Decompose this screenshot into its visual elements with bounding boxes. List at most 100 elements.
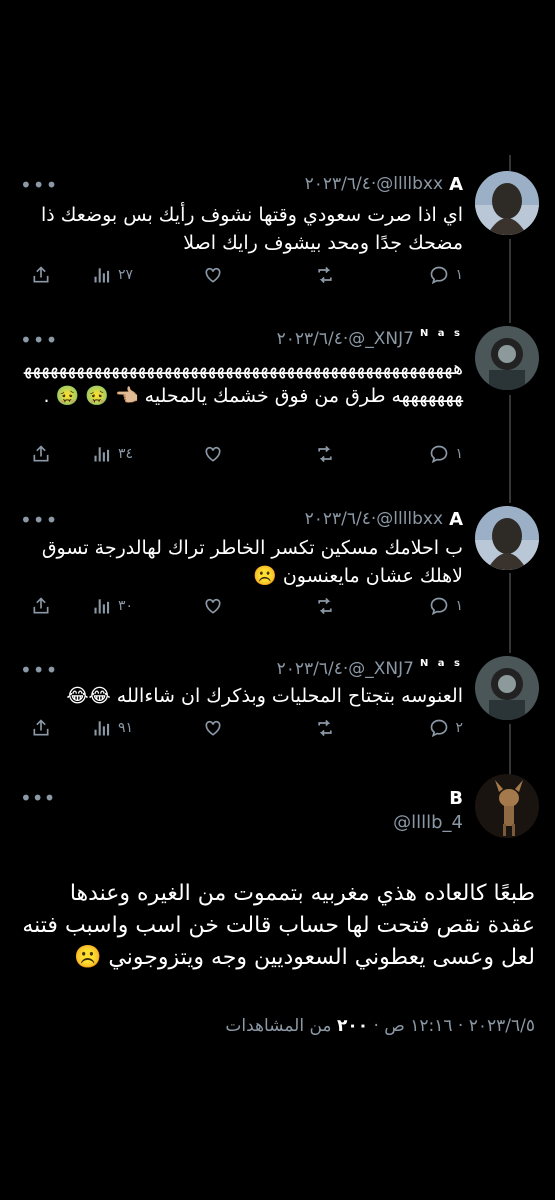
tweet-date: ٢٠٢٣/٦/٥ bbox=[468, 1016, 535, 1036]
reply-icon bbox=[431, 266, 448, 285]
share-icon bbox=[33, 597, 49, 614]
tweet-date: ٢٠٢٣/٦/٤ bbox=[304, 509, 371, 529]
main-tweet-text: طبعًا كالعاده هذي مغربيه بتمموت من الغير… bbox=[22, 881, 535, 970]
tweet-text: العنوسه بتجتاح المحليات وبذكرك ان شاءالل… bbox=[66, 685, 463, 707]
handle[interactable]: @_XNJ7 bbox=[348, 659, 414, 679]
tweet-actions: ١ ٢٧ bbox=[20, 265, 463, 291]
retweet-icon bbox=[318, 266, 332, 284]
avatar[interactable] bbox=[475, 774, 539, 838]
separator: · bbox=[342, 659, 349, 679]
display-name[interactable]: A bbox=[449, 174, 463, 195]
handle[interactable]: @llllb_4 bbox=[393, 812, 463, 833]
reply-icon bbox=[431, 597, 448, 616]
reply-icon bbox=[431, 719, 448, 738]
share-button[interactable] bbox=[31, 718, 51, 738]
views-button[interactable]: ٢٧ bbox=[92, 265, 133, 285]
like-button[interactable] bbox=[203, 718, 223, 738]
views-icon bbox=[94, 447, 110, 462]
heart-icon bbox=[205, 598, 221, 614]
display-name[interactable]: B bbox=[449, 788, 463, 809]
tweet-actions: ١ ٣٠ bbox=[20, 596, 463, 622]
reply-button[interactable]: ٢ bbox=[429, 718, 463, 738]
tweet-actions: ١ ٣٤ bbox=[20, 444, 463, 470]
separator: · bbox=[342, 329, 349, 349]
share-button[interactable] bbox=[31, 596, 51, 616]
like-button[interactable] bbox=[203, 265, 223, 285]
tweet-header: N a s @_XNJ7 · ٢٠٢٣/٦/٤ bbox=[18, 326, 463, 352]
views-icon bbox=[94, 268, 110, 283]
reply-icon bbox=[431, 445, 448, 464]
retweet-button[interactable] bbox=[315, 265, 335, 285]
display-name[interactable]: N a s bbox=[420, 658, 463, 669]
like-button[interactable] bbox=[203, 596, 223, 616]
views-button[interactable]: ٩١ bbox=[92, 718, 133, 738]
share-icon bbox=[33, 445, 49, 462]
like-button[interactable] bbox=[203, 444, 223, 464]
avatar[interactable] bbox=[475, 171, 539, 235]
tweet-date: ٢٠٢٣/٦/٤ bbox=[276, 659, 343, 679]
more-options-icon[interactable]: ••• bbox=[20, 658, 58, 682]
tweet-date: ٢٠٢٣/٦/٤ bbox=[304, 174, 371, 194]
reply-count: ٢ bbox=[455, 720, 463, 736]
share-button[interactable] bbox=[31, 444, 51, 464]
tweet-header: A @llllbxx · ٢٠٢٣/٦/٤ bbox=[18, 506, 463, 532]
avatar[interactable] bbox=[475, 506, 539, 570]
tweet-text: ب احلامك مسكين تكسر الخاطر تراك لهالدرجة… bbox=[41, 537, 463, 587]
reply-button[interactable]: ١ bbox=[429, 444, 463, 464]
views-count: ٢٠٠ bbox=[336, 1016, 369, 1036]
more-options-icon[interactable]: ••• bbox=[20, 328, 58, 352]
more-options-icon[interactable]: ••• bbox=[20, 508, 58, 532]
views-count: ٣٤ bbox=[117, 446, 133, 462]
views-icon bbox=[94, 599, 110, 614]
tweet-text: اي اذا صرت سعودي وقتها نشوف رأيك بس بوضع… bbox=[41, 204, 463, 254]
reply-button[interactable]: ١ bbox=[429, 596, 463, 616]
handle[interactable]: @_XNJ7 bbox=[348, 329, 414, 349]
retweet-button[interactable] bbox=[315, 444, 335, 464]
share-button[interactable] bbox=[31, 265, 51, 285]
tweet-header: N a s @_XNJ7 · ٢٠٢٣/٦/٤ bbox=[18, 656, 463, 682]
views-label: من المشاهدات bbox=[225, 1016, 332, 1036]
views-button[interactable]: ٣٠ bbox=[92, 596, 133, 616]
display-name[interactable]: A bbox=[449, 509, 463, 530]
separator: · bbox=[370, 509, 377, 529]
separator: · bbox=[368, 1016, 379, 1036]
reply-count: ١ bbox=[455, 446, 463, 462]
retweet-icon bbox=[318, 719, 332, 737]
avatar[interactable] bbox=[475, 326, 539, 390]
reply-tweet[interactable]: N a s @_XNJ7 · ٢٠٢٣/٦/٤ ••• العنوسه بتجت… bbox=[0, 656, 555, 756]
heart-icon bbox=[205, 720, 221, 736]
separator: · bbox=[370, 174, 377, 194]
tweet-time: ١٢:١٦ ص bbox=[384, 1016, 453, 1036]
reply-tweet[interactable]: N a s @_XNJ7 · ٢٠٢٣/٦/٤ ••• هههههههههههه… bbox=[0, 326, 555, 476]
retweet-icon bbox=[318, 597, 332, 615]
heart-icon bbox=[205, 446, 221, 462]
tweet-actions: ٢ ٩١ bbox=[20, 718, 463, 744]
more-options-icon[interactable]: ••• bbox=[20, 173, 58, 197]
views-button[interactable]: ٣٤ bbox=[92, 444, 133, 464]
retweet-button[interactable] bbox=[315, 596, 335, 616]
share-icon bbox=[33, 719, 49, 736]
avatar[interactable] bbox=[475, 656, 539, 720]
views-icon bbox=[94, 721, 110, 736]
views-count: ٩١ bbox=[117, 720, 133, 736]
tweet-date: ٢٠٢٣/٦/٤ bbox=[276, 329, 343, 349]
views-count: ٢٧ bbox=[117, 267, 133, 283]
thread-line bbox=[509, 155, 511, 171]
views-count: ٣٠ bbox=[117, 598, 133, 614]
reply-tweet[interactable]: A @llllbxx · ٢٠٢٣/٦/٤ ••• اي اذا صرت سعو… bbox=[0, 171, 555, 311]
tweet-text: هههههههههههههههههههههههههههههههههههههههه… bbox=[23, 357, 463, 407]
retweet-icon bbox=[318, 445, 332, 463]
separator: · bbox=[452, 1016, 464, 1036]
retweet-button[interactable] bbox=[315, 718, 335, 738]
reply-button[interactable]: ١ bbox=[429, 265, 463, 285]
heart-icon bbox=[205, 267, 221, 283]
reply-tweet[interactable]: A @llllbxx · ٢٠٢٣/٦/٤ ••• ب احلامك مسكين… bbox=[0, 506, 555, 626]
display-name[interactable]: N a s bbox=[420, 328, 463, 339]
tweet-meta: ٢٠٢٣/٦/٥ · ١٢:١٦ ص · ٢٠٠ من المشاهدات bbox=[225, 1016, 535, 1036]
tweet-header: A @llllbxx · ٢٠٢٣/٦/٤ bbox=[18, 171, 463, 197]
share-icon bbox=[33, 266, 49, 283]
handle[interactable]: @llllbxx bbox=[376, 509, 443, 529]
reply-count: ١ bbox=[455, 267, 463, 283]
handle[interactable]: @llllbxx bbox=[376, 174, 443, 194]
more-options-icon[interactable]: ••• bbox=[20, 786, 55, 810]
